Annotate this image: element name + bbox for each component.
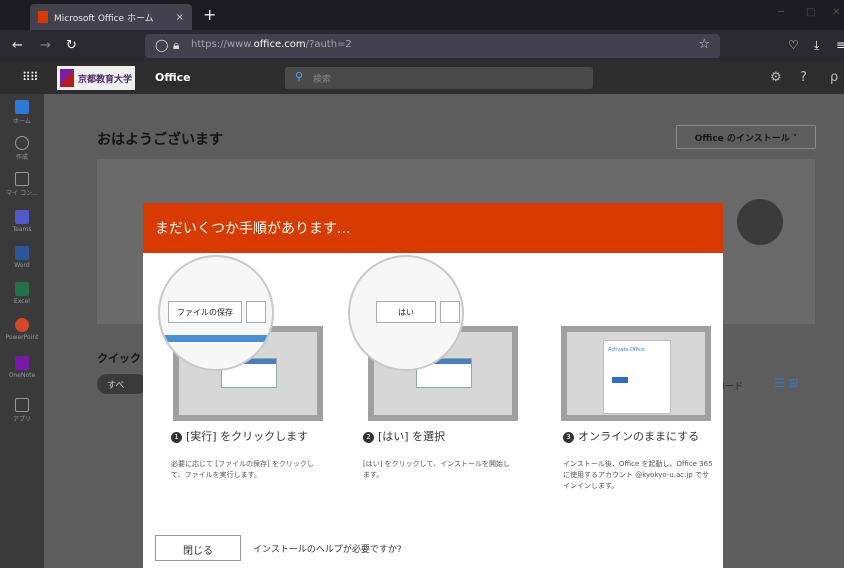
menu-icon[interactable]: ≡ xyxy=(836,38,844,52)
app-launcher-icon[interactable]: ⠿⠿ xyxy=(22,70,39,84)
downloads-icon[interactable]: ⤓ xyxy=(814,38,819,53)
tracking-shield-icon[interactable]: ◯ xyxy=(155,38,168,52)
step3-activate-label: Activate Office xyxy=(608,347,645,353)
greeting-heading: おはようございます xyxy=(97,132,223,148)
step2-description: [はい] をクリックして、インストールを開始します。 xyxy=(363,460,510,479)
dialog-header: まだいくつか手順があります... xyxy=(143,203,723,253)
browser-tab-bar: Microsoft Office ホーム × + ─ □ ✕ xyxy=(0,0,844,30)
maximize-icon[interactable]: □ xyxy=(806,7,815,18)
step3-heading: 3 オンラインのままにする xyxy=(563,430,713,443)
org-name: 京都教育大学 xyxy=(77,74,132,85)
search-placeholder: 検索 xyxy=(313,75,332,85)
folder-icon xyxy=(15,172,29,186)
browser-navigation-bar: ← → ↻ ◯ 🔒︎ https://www.office.com/?auth=… xyxy=(0,30,844,62)
activate-office-illustration: Activate Office xyxy=(603,340,671,414)
org-logo[interactable]: 京都教育大学 xyxy=(57,66,135,90)
close-button[interactable]: 閉じる xyxy=(155,535,241,561)
help-icon[interactable]: ? xyxy=(800,70,807,85)
install-office-button[interactable]: Office のインストール ˅ xyxy=(676,125,816,149)
rail-item-powerpoint[interactable]: PowerPoint xyxy=(0,318,44,341)
install-help-link[interactable]: インストールのヘルプが必要ですか? xyxy=(253,542,402,555)
dialog-title: まだいくつか手順があります... xyxy=(155,221,351,237)
rail-item-create[interactable]: 作成 xyxy=(0,136,44,161)
teams-icon xyxy=(15,210,29,224)
home-icon xyxy=(15,100,29,114)
new-tab-button[interactable]: + xyxy=(203,5,216,24)
back-icon[interactable]: ← xyxy=(12,38,23,53)
all-filter-pill[interactable]: すべ xyxy=(97,374,147,394)
step3-next-button-illustration xyxy=(612,377,628,383)
step2-heading-text: [はい] を選択 xyxy=(378,430,446,443)
tab-close-icon[interactable]: × xyxy=(176,12,184,23)
browser-tab[interactable]: Microsoft Office ホーム × xyxy=(30,4,192,30)
step1-zoom-label: ファイルの保存 xyxy=(168,301,242,323)
view-toggle-icon[interactable]: ☰ ⊞ xyxy=(774,376,799,390)
rail-item-apps[interactable]: アプリ xyxy=(0,398,44,423)
lock-icon[interactable]: 🔒︎ xyxy=(173,38,179,53)
search-icon: ⚲ xyxy=(295,70,304,83)
minimize-icon[interactable]: ─ xyxy=(778,7,784,18)
powerpoint-icon xyxy=(15,318,29,332)
office-header: ⠿⠿ 京都教育大学 Office ⚲ 検索 ⚙ ? ρ xyxy=(0,62,844,94)
rail-item-excel[interactable]: Excel xyxy=(0,282,44,305)
onenote-icon xyxy=(15,356,29,370)
settings-gear-icon[interactable]: ⚙ xyxy=(770,70,782,85)
office-favicon-icon xyxy=(38,11,48,23)
apps-grid-icon xyxy=(15,398,29,412)
step3-screen-illustration: Activate Office xyxy=(561,326,711,421)
step3-description: インストール後、Office を起動し、Office 365 に使用するアカウン… xyxy=(563,460,713,490)
rail-item-word[interactable]: Word xyxy=(0,246,44,269)
step2-zoom-label: はい xyxy=(376,301,436,323)
url-text[interactable]: https://www.office.com/?auth=2 xyxy=(191,39,352,50)
word-logo-icon xyxy=(737,199,783,245)
tab-title: Microsoft Office ホーム xyxy=(54,13,154,24)
step3-number: 3 xyxy=(563,432,574,443)
reload-icon[interactable]: ↻ xyxy=(66,38,77,53)
office-app-name[interactable]: Office xyxy=(155,71,191,84)
quick-access-heading: クイック xyxy=(97,352,141,365)
install-steps-dialog: まだいくつか手順があります... ファイルの保存 1 [実行] をクリックします … xyxy=(143,203,723,568)
forward-icon[interactable]: → xyxy=(40,38,51,53)
step1-heading: 1 [実行] をクリックします xyxy=(171,430,321,443)
rail-item-onenote[interactable]: OneNote xyxy=(0,356,44,379)
account-icon[interactable]: ρ xyxy=(830,70,838,85)
step3-heading-text: オンラインのままにする xyxy=(578,430,700,443)
bookmark-star-icon[interactable]: ☆ xyxy=(698,37,710,52)
create-icon xyxy=(15,136,29,150)
step1-zoom-lens: ファイルの保存 xyxy=(158,255,274,371)
step2-zoom-extra xyxy=(440,301,460,323)
rail-item-home[interactable]: ホーム xyxy=(0,100,44,125)
step2-zoom-lens: はい xyxy=(348,255,464,371)
step1-zoom-extra xyxy=(246,301,266,323)
step2-number: 2 xyxy=(363,432,374,443)
rail-item-teams[interactable]: Teams xyxy=(0,210,44,233)
pocket-icon[interactable]: ♡ xyxy=(788,38,799,52)
step1-description: 必要に応じて [ファイルの保存] をクリックして、ファイルを実行します。 xyxy=(171,460,314,479)
window-close-icon[interactable]: ✕ xyxy=(832,7,840,18)
excel-icon xyxy=(15,282,29,296)
org-logo-mark-icon xyxy=(60,69,74,87)
step1-zoom-stripe xyxy=(160,335,272,342)
step1-number: 1 xyxy=(171,432,182,443)
rail-item-my-content[interactable]: マイ コン... xyxy=(0,172,44,197)
step2-heading: 2 [はい] を選択 xyxy=(363,430,513,443)
address-bar[interactable]: ◯ 🔒︎ https://www.office.com/?auth=2 ☆ xyxy=(145,34,720,58)
app-rail: ホーム 作成 マイ コン... Teams Word Excel PowerPo… xyxy=(0,94,44,568)
search-input[interactable]: ⚲ 検索 xyxy=(285,67,593,89)
word-icon xyxy=(15,246,29,260)
step1-heading-text: [実行] をクリックします xyxy=(186,430,309,443)
